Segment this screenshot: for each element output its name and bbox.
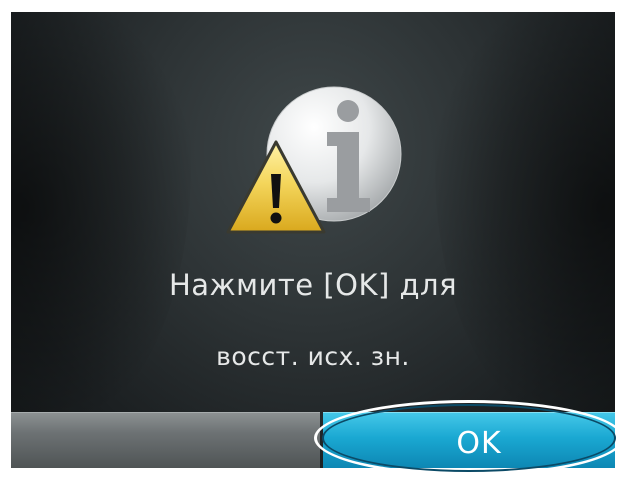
dialog-message-line-2: восст. исх. зн. [216,342,410,371]
alert-icon-group [224,86,414,246]
softkey-bar: OK [11,410,615,468]
ok-button-label: OK [456,426,502,461]
ok-button[interactable]: OK [323,412,615,468]
device-screen: Нажмите [OK] для восст. исх. зн. OK [11,12,615,468]
device-frame: Нажмите [OK] для восст. исх. зн. OK [0,0,626,477]
alert-icon-svg [226,86,402,234]
left-softkey[interactable] [11,412,320,468]
dialog-message-line-1: Нажмите [OK] для [168,268,458,302]
